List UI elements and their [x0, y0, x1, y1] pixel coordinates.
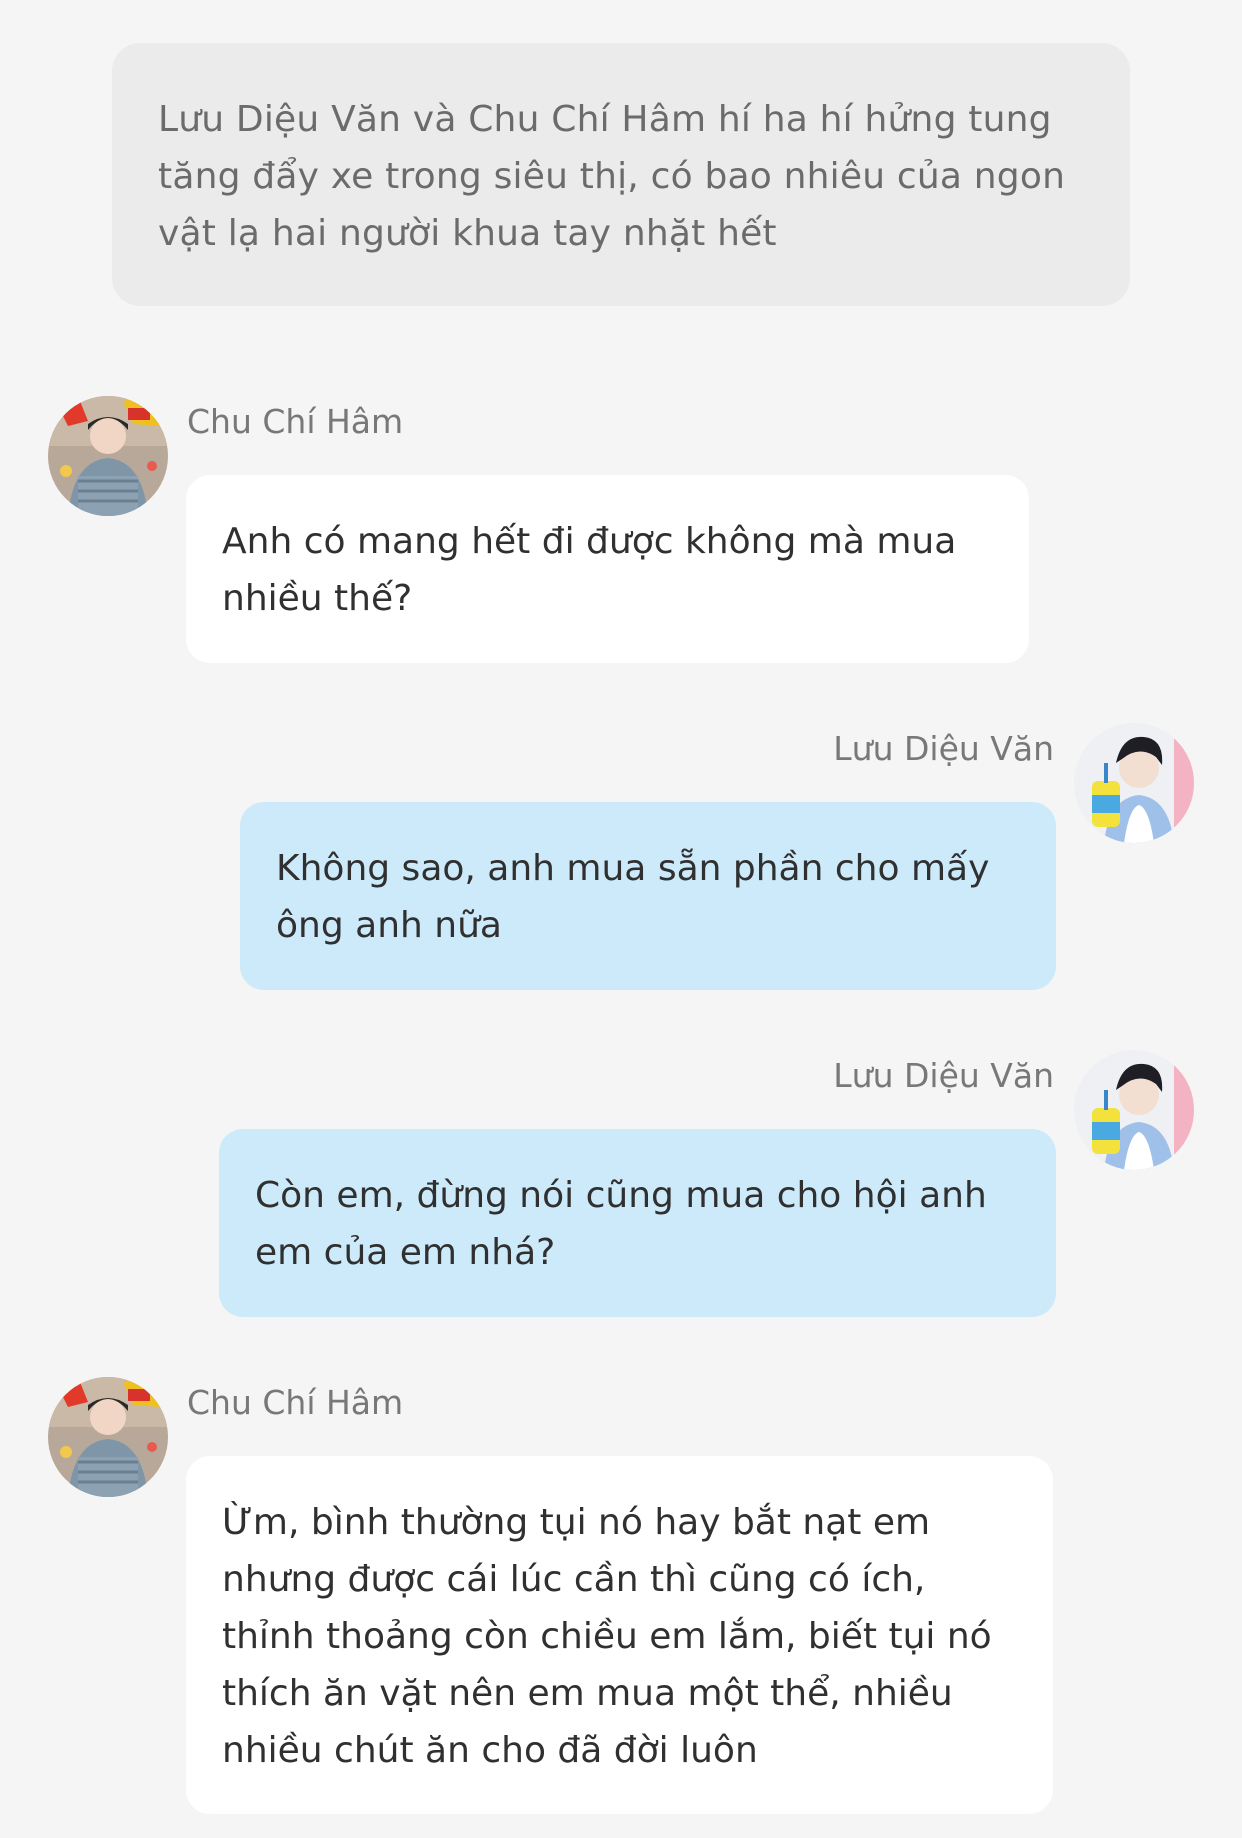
- message-text: Còn em, đừng nói cũng mua cho hội anh em…: [255, 1175, 987, 1273]
- avatar[interactable]: [48, 1377, 168, 1497]
- narration-text: Lưu Diệu Văn và Chu Chí Hâm hí ha hí hửn…: [158, 99, 1066, 254]
- sender-name: Chu Chí Hâm: [187, 402, 404, 441]
- avatar[interactable]: [1074, 1050, 1194, 1170]
- sender-name: Lưu Diệu Văn: [833, 729, 1054, 768]
- narration-bubble: Lưu Diệu Văn và Chu Chí Hâm hí ha hí hửn…: [112, 43, 1130, 306]
- message-bubble: Không sao, anh mua sẵn phần cho mấy ông …: [240, 802, 1056, 990]
- message-text: Anh có mang hết đi được không mà mua nhi…: [222, 521, 957, 619]
- avatar[interactable]: [1074, 723, 1194, 843]
- message-bubble: Còn em, đừng nói cũng mua cho hội anh em…: [219, 1129, 1056, 1317]
- message-text: Không sao, anh mua sẵn phần cho mấy ông …: [276, 848, 990, 946]
- sender-name: Lưu Diệu Văn: [833, 1056, 1054, 1095]
- sender-name: Chu Chí Hâm: [187, 1383, 404, 1422]
- avatar[interactable]: [48, 396, 168, 516]
- message-bubble: Anh có mang hết đi được không mà mua nhi…: [186, 475, 1029, 663]
- message-text: Ừm, bình thường tụi nó hay bắt nạt em nh…: [222, 1502, 992, 1771]
- chat-screen: { "narration": { "text": "Lưu Diệu Văn v…: [0, 0, 1242, 1838]
- message-bubble: Ừm, bình thường tụi nó hay bắt nạt em nh…: [186, 1456, 1053, 1814]
